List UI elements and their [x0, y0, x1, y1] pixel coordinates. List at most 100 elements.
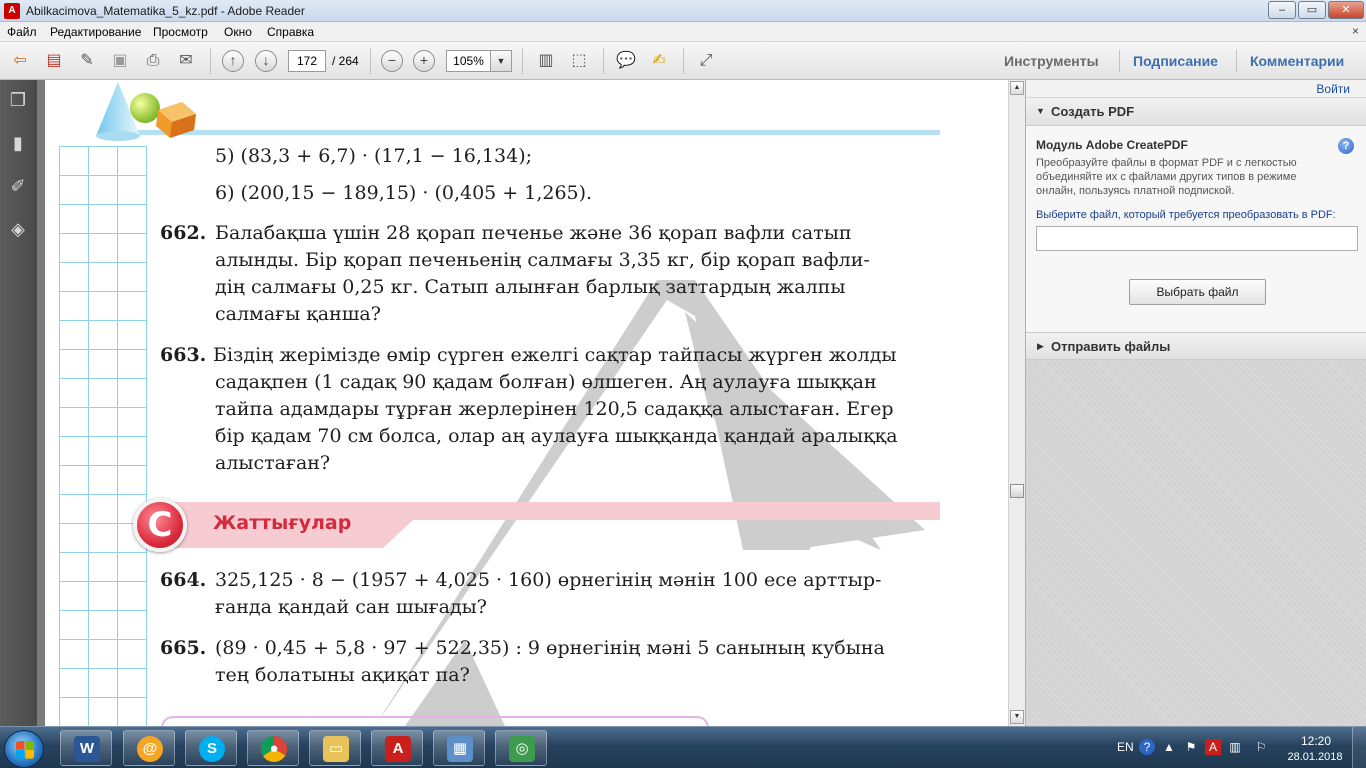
header-rule	[135, 130, 940, 135]
signin-link[interactable]: Войти	[1316, 82, 1350, 96]
comment-tab[interactable]: Комментарии	[1250, 53, 1344, 69]
section-badge: C	[133, 498, 187, 552]
collapsed-triangle-icon: ▶	[1037, 341, 1044, 351]
section-title: Жаттығулар	[213, 512, 352, 534]
send-files-label: Отправить файлы	[1051, 339, 1171, 354]
adobe-reader-app-icon: A	[4, 3, 20, 19]
zoom-out-button[interactable]: −	[381, 50, 403, 72]
zoom-input[interactable]	[446, 50, 491, 72]
menu-window[interactable]: Окно	[224, 25, 252, 39]
toolbar-divider	[522, 48, 523, 74]
maximize-button[interactable]: ▭	[1298, 1, 1326, 19]
scroll-thumb[interactable]	[1010, 484, 1024, 498]
clock-time[interactable]: 12:20	[1296, 734, 1336, 748]
choose-file-button[interactable]: Выбрать файл	[1129, 279, 1266, 305]
toolbar-divider	[210, 48, 211, 74]
document-viewport[interactable]: 5) (83,3 + 6,7) · (17,1 − 16,134); 6) (2…	[37, 80, 1008, 726]
next-page-button[interactable]: ↓	[255, 50, 277, 72]
taskbar-adobe-reader[interactable]: A	[371, 730, 423, 766]
problem-line: 325,125 · 8 − (1957 + 4,025 · 160) өрнег…	[215, 569, 882, 591]
menu-edit[interactable]: Редактирование	[50, 25, 141, 39]
select-file-label: Выберите файл, который требуется преобра…	[1036, 209, 1336, 221]
minus-icon: −	[387, 52, 397, 68]
file-path-input[interactable]	[1036, 226, 1358, 251]
show-hidden-icons-icon[interactable]: ▲	[1161, 739, 1177, 755]
chrome-icon: ●	[261, 736, 287, 762]
taskbar-chrome[interactable]: ●	[247, 730, 299, 766]
taskbar-network[interactable]: ◎	[495, 730, 547, 766]
bookmarks-icon[interactable]: ▮	[7, 131, 29, 155]
fullscreen-icon[interactable]: ⤢	[695, 50, 717, 72]
toolbar-divider	[603, 48, 604, 74]
menu-help[interactable]: Справка	[267, 25, 314, 39]
highlight-icon[interactable]: ✍	[648, 50, 670, 72]
scroll-down-icon[interactable]: ▼	[1010, 710, 1024, 724]
language-indicator[interactable]: EN	[1117, 740, 1134, 754]
taskbar-mail-agent[interactable]: @	[123, 730, 175, 766]
fit-page-icon[interactable]: ▥	[535, 50, 557, 72]
clock-date[interactable]: 28.01.2018	[1282, 751, 1348, 763]
mail-agent-icon: @	[137, 736, 163, 762]
start-button[interactable]	[4, 730, 44, 768]
zoom-in-button[interactable]: +	[413, 50, 435, 72]
email-icon[interactable]: ✉	[175, 50, 197, 72]
action-center-icon[interactable]: ⚐	[1253, 739, 1269, 755]
taskbar-explorer[interactable]: ▭	[309, 730, 361, 766]
problem-number: 665.	[160, 637, 207, 659]
send-files-header[interactable]: ▶ Отправить файлы	[1026, 332, 1366, 360]
toolbar-divider	[1236, 50, 1237, 72]
edit-pdf-icon[interactable]: ✎	[76, 50, 98, 72]
close-document-icon[interactable]: ×	[1352, 24, 1359, 38]
sign-tab[interactable]: Подписание	[1133, 53, 1218, 69]
network-tray-icon[interactable]: ▥	[1227, 739, 1243, 755]
exercise-line: 5) (83,3 + 6,7) · (17,1 − 16,134);	[215, 145, 533, 167]
tools-pane-header: Войти	[1026, 80, 1366, 98]
problem-number: 662.	[160, 222, 207, 244]
print-icon[interactable]: ⎙	[142, 50, 164, 72]
title-bar: A Abilkacimova_Matematika_5_kz.pdf - Ado…	[0, 0, 1366, 22]
minimize-button[interactable]: –	[1268, 1, 1296, 19]
close-button[interactable]: ✕	[1328, 1, 1364, 19]
page-thumbnails-icon[interactable]: ❐	[7, 88, 29, 112]
help-icon[interactable]: ?	[1338, 138, 1354, 154]
problem-line: тең болатыны ақиқат па?	[215, 664, 470, 686]
taskbar-skype[interactable]: S	[185, 730, 237, 766]
comment-icon[interactable]: 💬	[615, 50, 637, 72]
previous-page-button[interactable]: ↑	[222, 50, 244, 72]
fit-width-icon[interactable]: ⬚	[568, 50, 590, 72]
page-number-input[interactable]	[288, 50, 326, 72]
attachments-icon[interactable]: ✐	[7, 174, 29, 198]
adobe-tray-icon[interactable]: A	[1205, 739, 1221, 755]
taskbar-control-panel[interactable]: ▦	[433, 730, 485, 766]
vertical-scrollbar[interactable]: ▲ ▼	[1008, 80, 1025, 726]
problem-line: (89 · 0,45 + 5,8 · 97 + 522,35) : 9 өрне…	[215, 637, 885, 659]
taskbar: W @ S ● ▭ A ▦ ◎ EN ? ▲ ⚑ A ▥ ⚐ 12:20 28.…	[0, 726, 1366, 768]
zoom-dropdown-icon[interactable]: ▼	[490, 50, 512, 72]
create-pdf-label: Создать PDF	[1051, 104, 1135, 119]
menu-view[interactable]: Просмотр	[153, 25, 208, 39]
windows-logo-icon	[16, 741, 34, 759]
tools-tab[interactable]: Инструменты	[1004, 53, 1099, 69]
layers-icon[interactable]: ◈	[7, 217, 29, 241]
flag-icon[interactable]: ⚑	[1183, 739, 1199, 755]
note-box	[161, 716, 709, 726]
problem-line: ғанда қандай сан шығады?	[215, 596, 487, 618]
open-file-icon[interactable]: ⇦	[9, 50, 31, 72]
menu-bar: Файл Редактирование Просмотр Окно Справк…	[0, 22, 1366, 42]
problem-line: Біздің жерімізде өмір сүрген ежелгі сақт…	[213, 344, 897, 366]
create-pdf-header[interactable]: ▼ Создать PDF	[1026, 98, 1366, 126]
toolbar-divider	[370, 48, 371, 74]
toolbar-divider	[683, 48, 684, 74]
taskbar-word[interactable]: W	[60, 730, 112, 766]
help-tray-icon[interactable]: ?	[1139, 739, 1155, 755]
minimize-icon: –	[1278, 4, 1286, 16]
problem-line: алыстаған?	[215, 452, 331, 474]
explorer-icon: ▭	[323, 736, 349, 762]
pdf-page: 5) (83,3 + 6,7) · (17,1 − 16,134); 6) (2…	[45, 80, 1008, 726]
scroll-up-icon[interactable]: ▲	[1010, 81, 1024, 95]
save-icon[interactable]: ▣	[109, 50, 131, 72]
menu-file[interactable]: Файл	[7, 25, 37, 39]
create-pdf-icon[interactable]: ▤	[43, 50, 65, 72]
show-desktop-button[interactable]	[1352, 727, 1366, 768]
problem-line: салмағы қанша?	[215, 303, 381, 325]
